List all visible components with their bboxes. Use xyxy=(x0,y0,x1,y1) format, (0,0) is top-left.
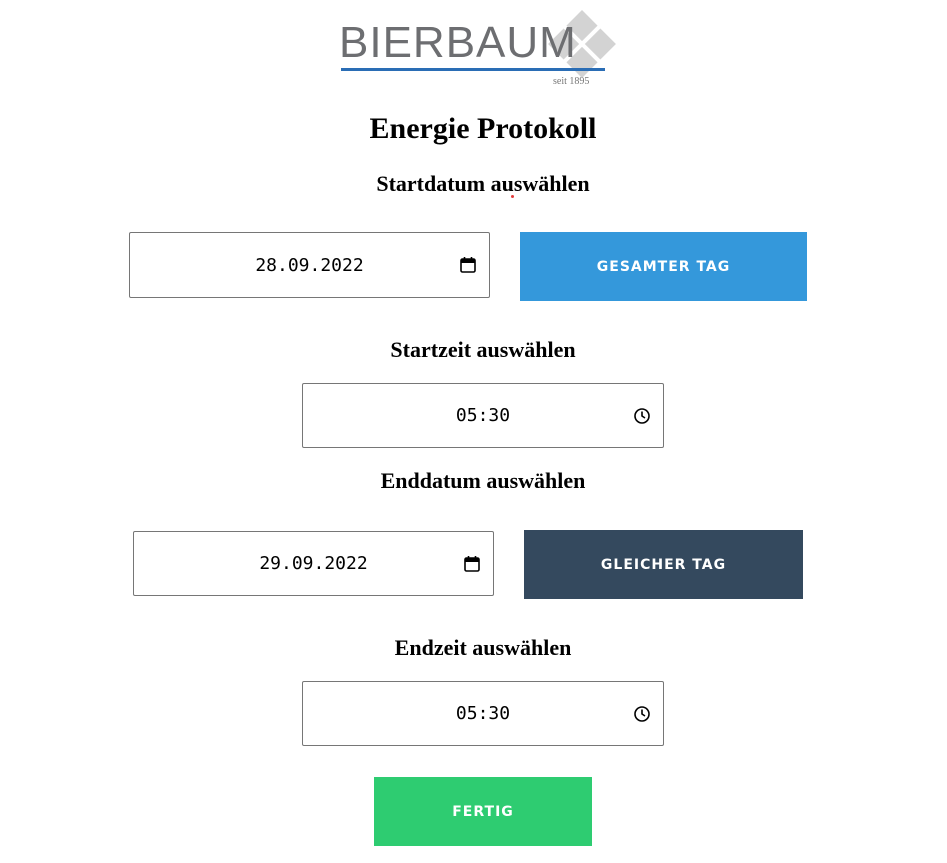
logo-brand-name: BIERBAUM xyxy=(339,18,577,67)
end-date-value: 29.09.2022 xyxy=(259,553,368,574)
start-time-value: 05:30 xyxy=(455,405,511,426)
brand-logo: BIERBAUM seit 1895 xyxy=(337,4,627,90)
start-date-value: 28.09.2022 xyxy=(255,254,364,276)
logo-underline xyxy=(341,68,605,71)
clock-icon[interactable] xyxy=(633,407,651,425)
start-date-label: Startdatum auswählen xyxy=(376,171,590,196)
page-title: Energie Protokoll xyxy=(369,112,597,145)
start-time-label: Startzeit auswählen xyxy=(390,337,576,362)
same-day-button[interactable]: GLEICHER TAG xyxy=(524,530,803,599)
calendar-icon[interactable] xyxy=(463,555,481,573)
end-time-value: 05:30 xyxy=(455,703,511,724)
clock-icon[interactable] xyxy=(633,705,651,723)
calendar-icon[interactable] xyxy=(459,256,477,274)
logo-tagline: seit 1895 xyxy=(553,76,590,87)
end-date-label: Enddatum auswählen xyxy=(380,468,586,493)
done-button[interactable]: FERTIG xyxy=(374,777,592,846)
start-date-input[interactable]: 28.09.2022 xyxy=(129,232,490,298)
end-time-label: Endzeit auswählen xyxy=(394,635,572,660)
start-time-input[interactable]: 05:30 xyxy=(302,383,664,448)
end-time-input[interactable]: 05:30 xyxy=(302,681,664,746)
end-date-input[interactable]: 29.09.2022 xyxy=(133,531,494,596)
whole-day-button[interactable]: GESAMTER TAG xyxy=(520,232,807,301)
red-dot-marker xyxy=(511,195,514,198)
